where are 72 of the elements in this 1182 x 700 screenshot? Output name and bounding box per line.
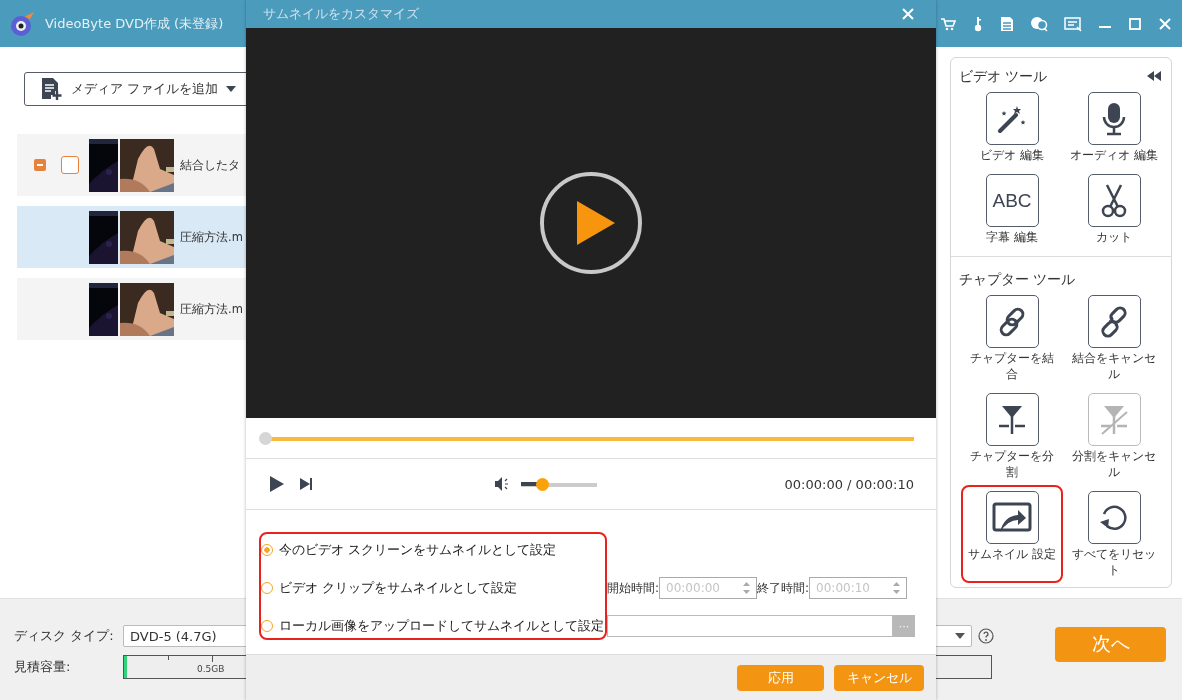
tool-label: すべてをリセット — [1071, 546, 1157, 578]
microphone-icon — [1102, 101, 1126, 136]
radio-option[interactable]: ビデオ クリップをサムネイルとして設定 — [261, 579, 607, 597]
caret-icon — [226, 86, 237, 92]
tick-label: 0.5GB — [197, 664, 225, 674]
tool-label: 結合をキャンセル — [1071, 350, 1157, 382]
file-path-field[interactable] — [607, 615, 893, 637]
tool-button[interactable] — [1087, 295, 1141, 348]
key-icon[interactable] — [972, 15, 984, 32]
tool-button[interactable] — [1087, 92, 1141, 145]
help-icon[interactable] — [978, 628, 994, 644]
apply-button[interactable]: 応用 — [737, 664, 824, 691]
progress-thumb[interactable] — [259, 431, 272, 445]
tool-label: サムネイル 設定 — [967, 546, 1057, 562]
share-screen-icon — [992, 501, 1032, 534]
tool-button[interactable] — [985, 92, 1039, 145]
radio-option[interactable]: ローカル画像をアップロードしてサムネイルとして設定 — [261, 617, 607, 635]
tool-label: チャプターを結合 — [969, 350, 1055, 382]
close-icon[interactable] — [1158, 16, 1172, 31]
next-button[interactable]: 次へ — [1055, 626, 1166, 662]
end-time-label: 終了時間: — [757, 579, 810, 597]
chat-icon[interactable] — [1030, 15, 1048, 32]
add-file-icon — [41, 77, 63, 101]
tool-label: 字幕 編集 — [985, 229, 1039, 245]
file-name: 圧縮方法.m — [180, 301, 243, 317]
close-icon[interactable] — [902, 8, 914, 20]
play-overlay-icon[interactable] — [539, 171, 643, 275]
radio-button[interactable] — [261, 544, 273, 556]
spinner-icon — [893, 582, 901, 594]
split-icon — [997, 403, 1027, 436]
section-title: チャプター ツール — [959, 271, 1076, 289]
tool-label: オーディオ 編集 — [1069, 147, 1159, 163]
tool-button[interactable] — [985, 295, 1039, 348]
caret-icon — [955, 633, 965, 639]
radio-option[interactable]: 今のビデオ スクリーンをサムネイルとして設定 — [261, 541, 607, 559]
cart-icon[interactable] — [940, 15, 956, 32]
spinner-icon — [743, 582, 751, 594]
disk-type-label: ディスク タイプ: — [14, 627, 115, 645]
cancel-button[interactable]: キャンセル — [834, 664, 924, 691]
file-name: 結合したタ — [180, 157, 240, 173]
dialog-title: サムネイルをカスタマイズ — [263, 5, 419, 23]
tool-label: 分割をキャンセル — [1071, 448, 1157, 480]
tool-label: ビデオ 編集 — [979, 147, 1045, 163]
logo-icon — [10, 10, 36, 37]
feedback-icon[interactable] — [1064, 15, 1082, 32]
volume-thumb[interactable] — [535, 477, 549, 491]
checkbox[interactable] — [61, 156, 79, 174]
tool-button[interactable] — [985, 491, 1039, 544]
subtitle-icon: ABC — [992, 189, 1032, 212]
start-time-label: 開始時間: — [607, 579, 660, 597]
browse-button[interactable]: ··· — [893, 615, 915, 637]
split-icon — [1099, 403, 1129, 436]
collapse-panel-icon[interactable] — [1147, 71, 1161, 81]
tool-button[interactable] — [985, 393, 1039, 446]
time-display: 00:00:00 / 00:00:10 — [784, 476, 914, 492]
scissors-icon — [1101, 183, 1127, 218]
app-title: VideoByte DVD作成 (未登録) — [45, 14, 224, 33]
tool-button[interactable] — [1087, 174, 1141, 227]
section-title: ビデオ ツール — [959, 68, 1048, 86]
tool-label: カット — [1095, 229, 1133, 245]
tool-button[interactable]: ABC — [985, 174, 1039, 227]
next-frame-icon[interactable] — [299, 477, 313, 491]
maximize-icon[interactable] — [1128, 16, 1142, 31]
broken-link-icon — [1098, 305, 1130, 338]
collapse-icon[interactable] — [34, 159, 46, 171]
speaker-icon[interactable] — [494, 476, 510, 492]
tool-label: チャプターを分割 — [969, 448, 1055, 480]
capacity-label: 見積容量: — [14, 658, 72, 676]
document-icon[interactable] — [1000, 15, 1014, 32]
play-icon[interactable] — [269, 475, 285, 493]
file-name: 圧縮方法.m — [180, 229, 243, 245]
tool-button[interactable] — [1087, 491, 1141, 544]
